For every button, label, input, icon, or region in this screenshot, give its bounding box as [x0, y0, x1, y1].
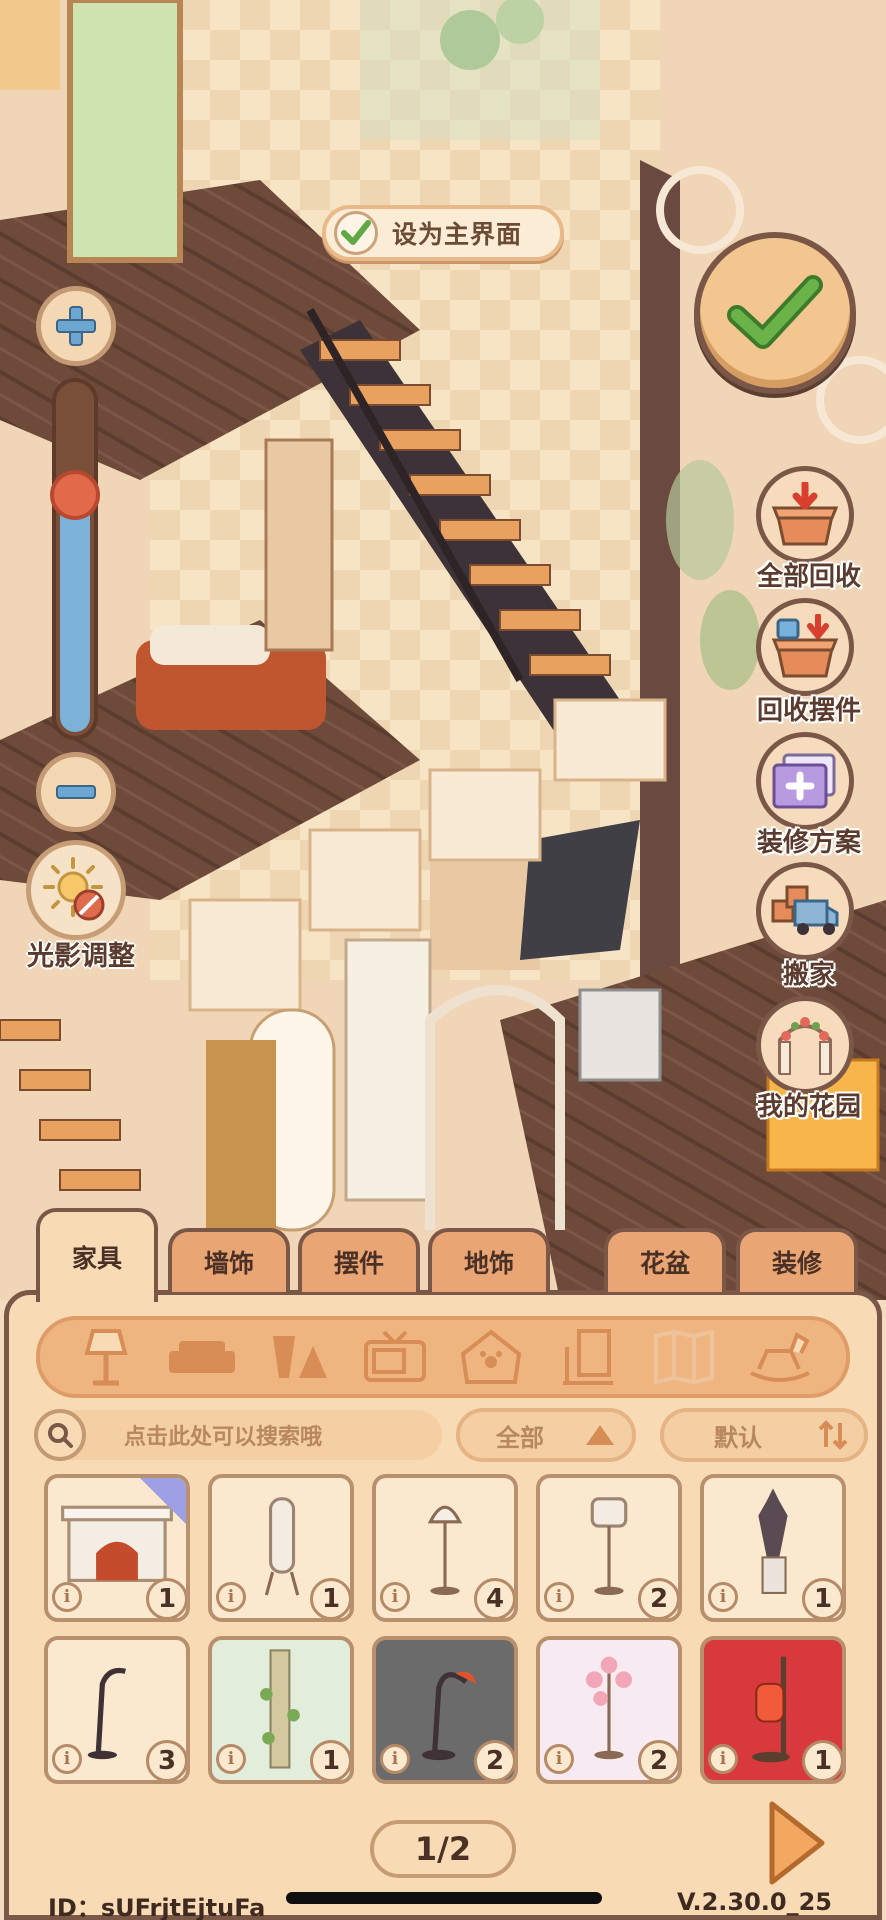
- zoom-fill: [60, 491, 90, 732]
- my-garden-button[interactable]: [756, 996, 854, 1094]
- item-flower-bell-lamp[interactable]: i2: [536, 1636, 682, 1784]
- info-icon[interactable]: i: [52, 1582, 82, 1612]
- tv-category-icon[interactable]: [360, 1327, 430, 1387]
- tab-ornaments[interactable]: 摆件: [298, 1228, 420, 1292]
- tab-floor-decor[interactable]: 地饰: [428, 1228, 550, 1292]
- info-icon[interactable]: i: [380, 1744, 410, 1774]
- zoom-slider-handle[interactable]: [50, 470, 100, 520]
- info-icon[interactable]: i: [216, 1744, 246, 1774]
- recycle-all-icon: [771, 482, 839, 546]
- item-fireplace[interactable]: i1: [44, 1474, 190, 1622]
- page-indicator: 1/2: [370, 1820, 516, 1878]
- decoration-plan-button[interactable]: [756, 732, 854, 830]
- sort-arrows-icon: [818, 1420, 848, 1450]
- search-icon: [34, 1409, 86, 1461]
- item-tassel-floor-lamp[interactable]: i4: [372, 1474, 518, 1622]
- item-vine-bamboo-lamp[interactable]: i1: [208, 1636, 354, 1784]
- filter-all-dropdown[interactable]: 全部: [456, 1408, 636, 1462]
- item-count: 1: [802, 1578, 842, 1618]
- garden-arch-icon: [778, 1017, 832, 1075]
- tab-flower-pots[interactable]: 花盆: [604, 1228, 726, 1292]
- tab-renovation[interactable]: 装修: [736, 1228, 858, 1292]
- item-count: 4: [474, 1578, 514, 1618]
- item-count: 1: [146, 1578, 186, 1618]
- info-icon[interactable]: i: [708, 1744, 738, 1774]
- check-icon: [727, 275, 823, 349]
- item-count: 2: [474, 1740, 514, 1780]
- item-count: 1: [802, 1740, 842, 1780]
- moving-button[interactable]: [756, 862, 854, 960]
- folding-screen-category-icon[interactable]: [649, 1327, 719, 1387]
- lamp-category-icon[interactable]: [71, 1327, 141, 1387]
- user-id: ID：sUFrjtEjtuFa: [48, 1894, 266, 1920]
- item-red-lantern-lamp[interactable]: i1: [700, 1636, 846, 1784]
- home-indicator[interactable]: [286, 1892, 602, 1904]
- next-page-arrow-icon[interactable]: [762, 1798, 828, 1888]
- tab-label: 装修: [771, 1249, 822, 1278]
- info-icon[interactable]: i: [216, 1582, 246, 1612]
- decoration-plan-icon: [772, 753, 836, 809]
- item-red-shade-lamp[interactable]: i2: [372, 1636, 518, 1784]
- category-bar: [36, 1316, 850, 1398]
- zoom-out-button[interactable]: [36, 752, 116, 832]
- info-icon[interactable]: i: [380, 1582, 410, 1612]
- triangle-up-icon: [586, 1425, 614, 1445]
- confirm-button[interactable]: [694, 232, 856, 394]
- item-drum-floor-lamp[interactable]: i2: [536, 1474, 682, 1622]
- light-adjust-button[interactable]: [26, 840, 126, 940]
- item-count: 2: [638, 1578, 678, 1618]
- item-count: 1: [310, 1740, 350, 1780]
- tab-label: 摆件: [333, 1249, 384, 1278]
- light-adjust-label: 光影调整: [27, 941, 135, 972]
- shelf-category-icon[interactable]: [552, 1327, 622, 1387]
- tab-label: 地饰: [463, 1249, 514, 1278]
- set-as-main-screen-button[interactable]: 设为主界面: [322, 205, 564, 261]
- item-count: 2: [638, 1740, 678, 1780]
- item-arc-floor-lamp[interactable]: i3: [44, 1636, 190, 1784]
- table-category-icon[interactable]: [264, 1327, 334, 1387]
- tab-label: 花盆: [639, 1249, 690, 1278]
- plus-icon: [56, 306, 96, 346]
- moving-truck-icon: [771, 885, 839, 935]
- recycle-ornament-button[interactable]: [756, 598, 854, 696]
- item-count: 3: [146, 1740, 186, 1780]
- info-icon[interactable]: i: [544, 1582, 574, 1612]
- check-circle-icon: [334, 211, 378, 255]
- recycle-all-button[interactable]: [756, 466, 854, 564]
- zoom-slider[interactable]: [52, 378, 98, 740]
- set-main-label: 设为主界面: [392, 220, 523, 249]
- info-icon[interactable]: i: [52, 1744, 82, 1774]
- tab-label: 家具: [71, 1244, 122, 1273]
- tab-furniture[interactable]: 家具: [36, 1208, 158, 1302]
- pet-house-category-icon[interactable]: [456, 1327, 526, 1387]
- my-garden-label: 我的花园: [756, 1092, 861, 1122]
- rocking-horse-category-icon[interactable]: [745, 1327, 815, 1387]
- search-placeholder: 点击此处可以搜索哦: [124, 1425, 323, 1450]
- tab-wall-decor[interactable]: 墙饰: [168, 1228, 290, 1292]
- recycle-ornament-icon: [771, 614, 839, 678]
- version-label: V.2.30.0_25: [676, 1888, 832, 1916]
- filter-all-label: 全部: [496, 1423, 544, 1452]
- moving-label: 搬家: [782, 960, 835, 990]
- info-icon[interactable]: i: [544, 1744, 574, 1774]
- new-tag-icon: [140, 1478, 186, 1524]
- item-cat-statue-lamp[interactable]: i1: [700, 1474, 846, 1622]
- search-field[interactable]: 点击此处可以搜索哦: [34, 1409, 442, 1461]
- recycle-all-label: 全部回收: [756, 562, 861, 592]
- zoom-in-button[interactable]: [36, 286, 116, 366]
- minus-icon: [56, 785, 96, 799]
- sort-dropdown[interactable]: 默认: [660, 1408, 868, 1462]
- sun-shadow-icon: [43, 857, 105, 921]
- decoration-plan-label: 装修方案: [756, 828, 861, 858]
- sort-label: 默认: [714, 1423, 762, 1452]
- item-count: 1: [310, 1578, 350, 1618]
- info-icon[interactable]: i: [708, 1582, 738, 1612]
- item-column-floor-lamp[interactable]: i1: [208, 1474, 354, 1622]
- tab-label: 墙饰: [203, 1249, 254, 1278]
- sofa-category-icon[interactable]: [167, 1327, 237, 1387]
- recycle-ornament-label: 回收摆件: [756, 696, 861, 726]
